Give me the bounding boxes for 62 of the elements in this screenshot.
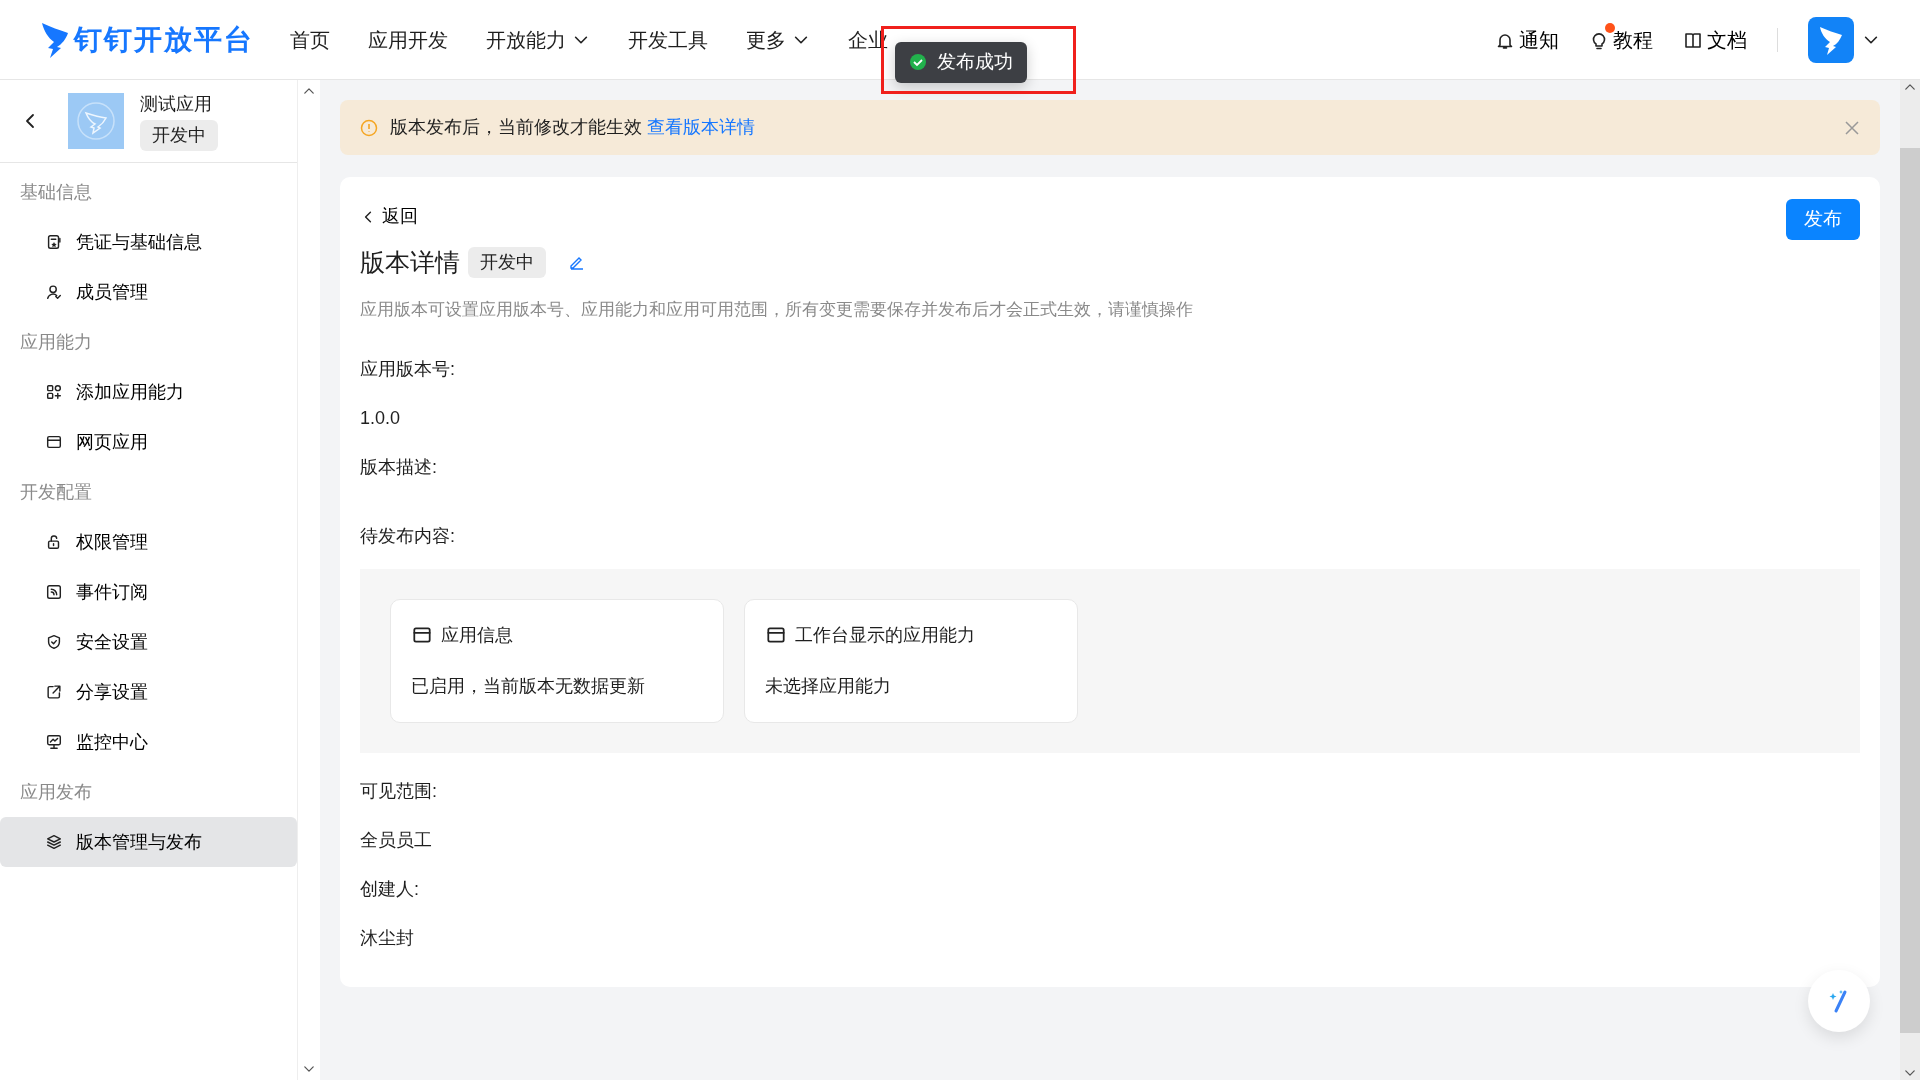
certificate-icon — [45, 233, 63, 251]
close-icon[interactable] — [1844, 119, 1860, 136]
card-text: 已启用，当前版本无数据更新 — [411, 674, 646, 698]
app-icon — [68, 93, 124, 149]
nav-link[interactable]: 首页 — [290, 24, 330, 55]
success-icon — [909, 53, 927, 72]
section-label: 开发配置 — [19, 480, 93, 504]
avatar-icon — [1808, 16, 1854, 63]
description: 应用版本可设置应用版本号、应用能力和应用可用范围，所有变更需要保存并发布后才会正式生效，请谨慎操作 — [360, 299, 1194, 321]
avatar-menu[interactable] — [1808, 16, 1880, 63]
alert-message: 版本发布后，当前修改才能生效 查看版本详情 — [390, 116, 755, 139]
sidebar-item[interactable]: 网页应用 — [0, 417, 297, 467]
section-label: 应用发布 — [19, 780, 93, 804]
publish-button[interactable]: 发布 — [1786, 199, 1860, 240]
section-label: 应用能力 — [19, 330, 93, 354]
scrollbar-thumb[interactable] — [1900, 147, 1920, 1033]
monitor-icon — [45, 733, 63, 751]
toolbar-link[interactable]: 文档 — [1683, 24, 1747, 55]
sidebar-item[interactable]: 安全设置 — [0, 617, 297, 667]
nav-link[interactable]: 更多 — [746, 24, 810, 55]
grid-icon — [45, 383, 63, 401]
card-text: 未选择应用能力 — [765, 674, 892, 698]
field-label: 应用版本号: — [360, 357, 456, 381]
field-value: 沐尘封 — [360, 926, 415, 950]
section-label: 基础信息 — [19, 180, 93, 204]
sidebar-item[interactable]: 监控中心 — [0, 717, 297, 767]
share-icon — [45, 683, 63, 701]
sidebar-item[interactable]: 事件订阅 — [0, 567, 297, 617]
field-label: 待发布内容: — [360, 524, 456, 548]
details-link[interactable]: 查看版本详情 — [647, 117, 755, 137]
nav-link[interactable]: 应用开发 — [368, 24, 448, 55]
sidebar-item[interactable]: 分享设置 — [0, 667, 297, 717]
layers-icon — [45, 833, 63, 851]
card-title: 应用信息 — [441, 623, 513, 647]
card-title: 工作台显示的应用能力 — [795, 623, 975, 647]
rss-icon — [45, 583, 63, 601]
toolbar-link[interactable]: 通知 — [1495, 24, 1559, 55]
status-tag: 开发中 — [140, 120, 218, 151]
window-icon — [45, 433, 63, 451]
field-label: 可见范围: — [360, 779, 438, 803]
sidebar-item[interactable]: 添加应用能力 — [0, 367, 297, 417]
app-name: 测试应用 — [140, 93, 212, 116]
sidebar-item[interactable]: 凭证与基础信息 — [0, 217, 297, 267]
page-title: 版本详情 — [360, 246, 460, 278]
sidebar-item[interactable]: 成员管理 — [0, 267, 297, 317]
sidebar-item[interactable]: 版本管理与发布 — [0, 817, 297, 867]
sidebar-item[interactable]: 权限管理 — [0, 517, 297, 567]
logo-text: 钉钉开放平台 — [74, 22, 254, 57]
toast-message: 发布成功 — [937, 50, 1013, 74]
status-tag: 开发中 — [468, 246, 546, 278]
toolbar-link[interactable]: 教程 — [1589, 24, 1653, 55]
field-label: 版本描述: — [360, 455, 438, 479]
field-value: 全员员工 — [360, 828, 433, 852]
shield-icon — [45, 633, 63, 651]
nav-link[interactable]: 开放能力 — [486, 24, 590, 55]
logo-icon — [40, 20, 70, 59]
info-icon — [360, 118, 378, 137]
field-value: 1.0.0 — [360, 406, 402, 430]
field-label: 创建人: — [360, 877, 420, 901]
back-link[interactable]: 返回 — [360, 203, 418, 230]
person-icon — [45, 283, 63, 301]
nav-link[interactable]: 开发工具 — [628, 24, 708, 55]
